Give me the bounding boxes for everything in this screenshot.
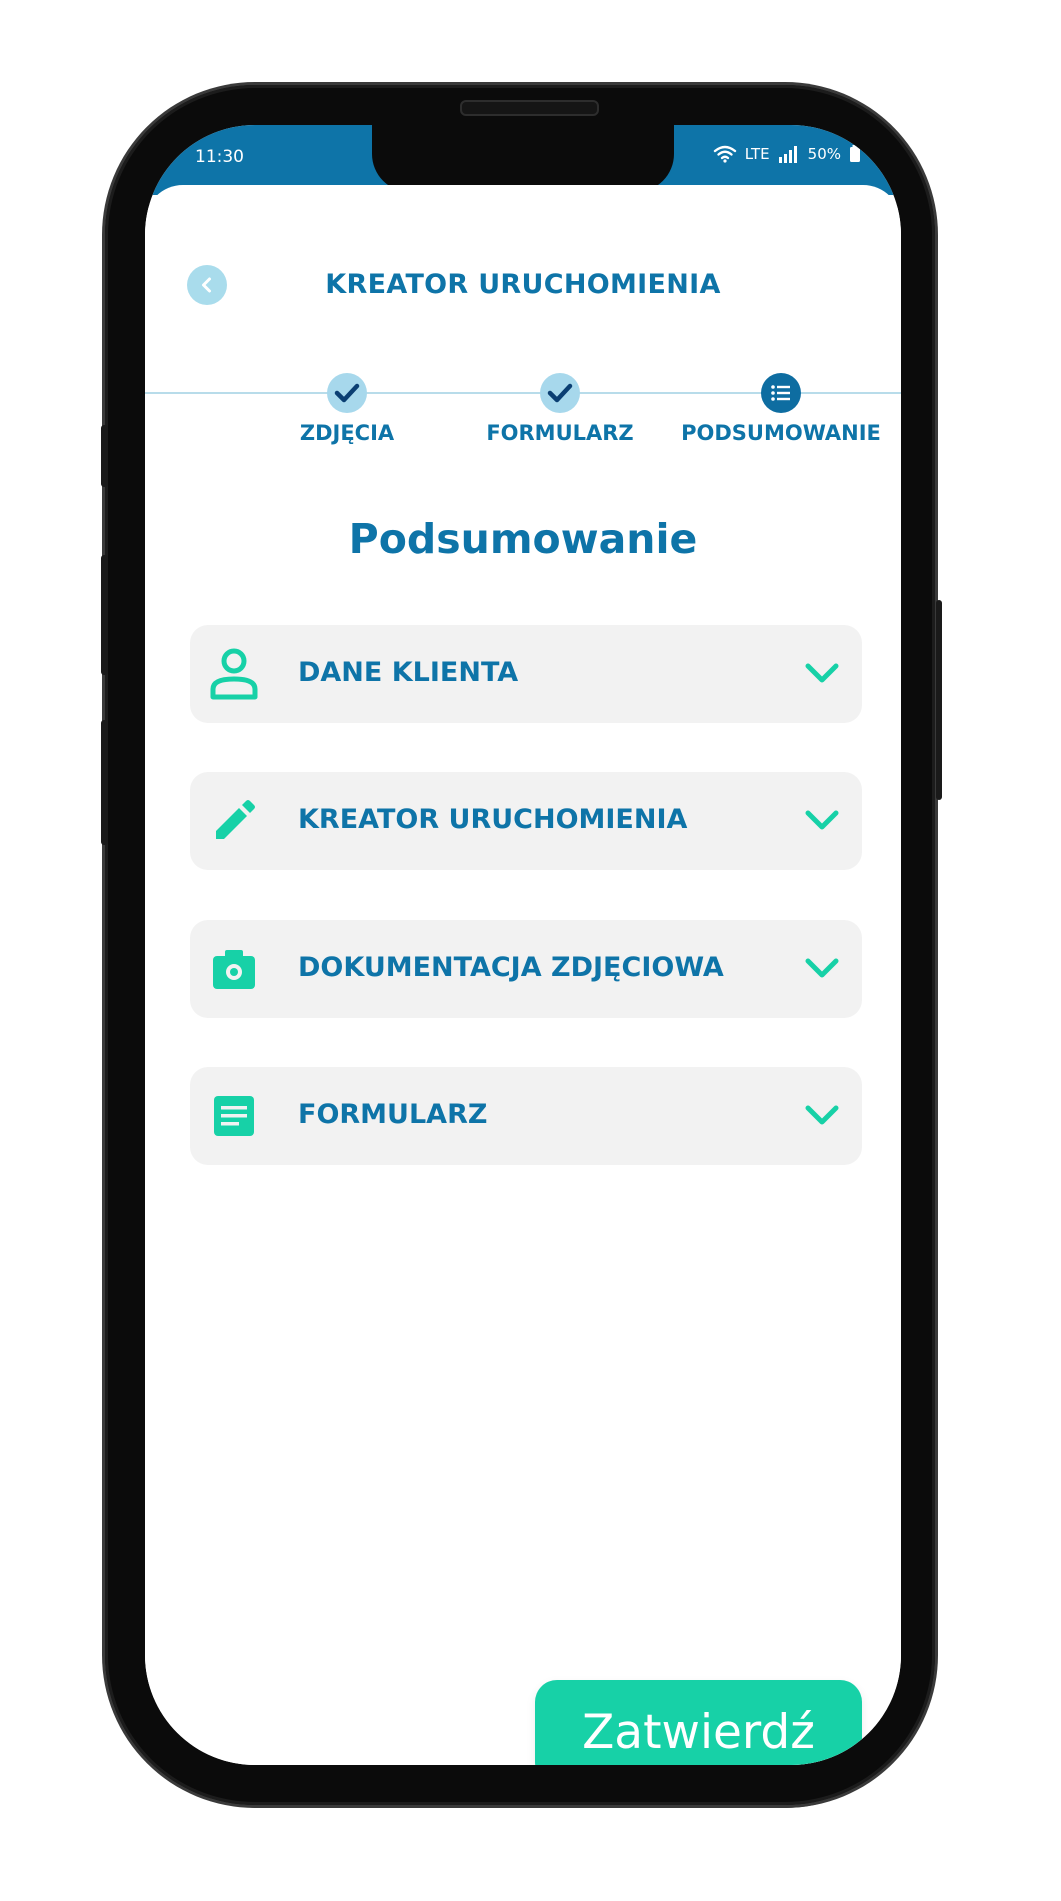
section-label: DANE KLIENTA	[298, 657, 519, 688]
phone-speaker	[460, 100, 599, 116]
person-icon	[207, 647, 261, 701]
signal-icon	[778, 146, 797, 163]
status-time: 11:30	[195, 147, 244, 167]
confirm-button[interactable]: Zatwierdź	[535, 1680, 862, 1765]
section-label: KREATOR URUCHOMIENIA	[298, 804, 688, 835]
step-label-zdjecia[interactable]: ZDJĘCIA	[247, 421, 447, 445]
section-dane-klienta[interactable]: DANE KLIENTA	[190, 625, 862, 723]
phone-screen: 11:30 LTE 50% KREATOR URUCHOMIENIA ZDJĘC…	[145, 125, 901, 1765]
list-icon	[771, 385, 790, 401]
notch	[372, 125, 674, 192]
step-label-podsumowanie[interactable]: PODSUMOWANIE	[681, 421, 881, 445]
page-title: Podsumowanie	[348, 515, 698, 563]
step-label-formularz[interactable]: FORMULARZ	[460, 421, 660, 445]
document-icon	[207, 1089, 261, 1143]
camera-icon	[207, 942, 261, 996]
phone-mute-switch	[101, 425, 108, 487]
section-label: DOKUMENTACJA ZDJĘCIOWA	[298, 952, 724, 983]
battery-icon	[850, 145, 860, 162]
phone-power-button	[936, 600, 942, 800]
app-content: KREATOR URUCHOMIENIA ZDJĘCIA FORMULARZ P…	[145, 185, 901, 1765]
section-dokumentacja-zdjeciowa[interactable]: DOKUMENTACJA ZDJĘCIOWA	[190, 920, 862, 1018]
chevron-down-icon[interactable]	[804, 1099, 840, 1131]
status-indicators: LTE 50%	[713, 145, 861, 163]
section-formularz[interactable]: FORMULARZ	[190, 1067, 862, 1165]
chevron-down-icon[interactable]	[804, 657, 840, 689]
chevron-down-icon[interactable]	[804, 804, 840, 836]
check-icon	[334, 383, 360, 403]
pencil-icon	[207, 794, 261, 848]
wifi-icon	[713, 145, 736, 163]
chevron-down-icon[interactable]	[804, 952, 840, 984]
network-label: LTE	[744, 145, 770, 163]
section-label: FORMULARZ	[298, 1099, 488, 1130]
step-podsumowanie-indicator[interactable]	[761, 373, 801, 413]
phone-volume-up	[101, 555, 108, 675]
battery-label: 50%	[807, 145, 841, 163]
section-kreator-uruchomienia[interactable]: KREATOR URUCHOMIENIA	[190, 772, 862, 870]
step-zdjecia-indicator[interactable]	[327, 373, 367, 413]
page-header-title: KREATOR URUCHOMIENIA	[325, 269, 721, 300]
check-icon	[547, 383, 573, 403]
step-formularz-indicator[interactable]	[540, 373, 580, 413]
phone-volume-down	[101, 720, 108, 845]
